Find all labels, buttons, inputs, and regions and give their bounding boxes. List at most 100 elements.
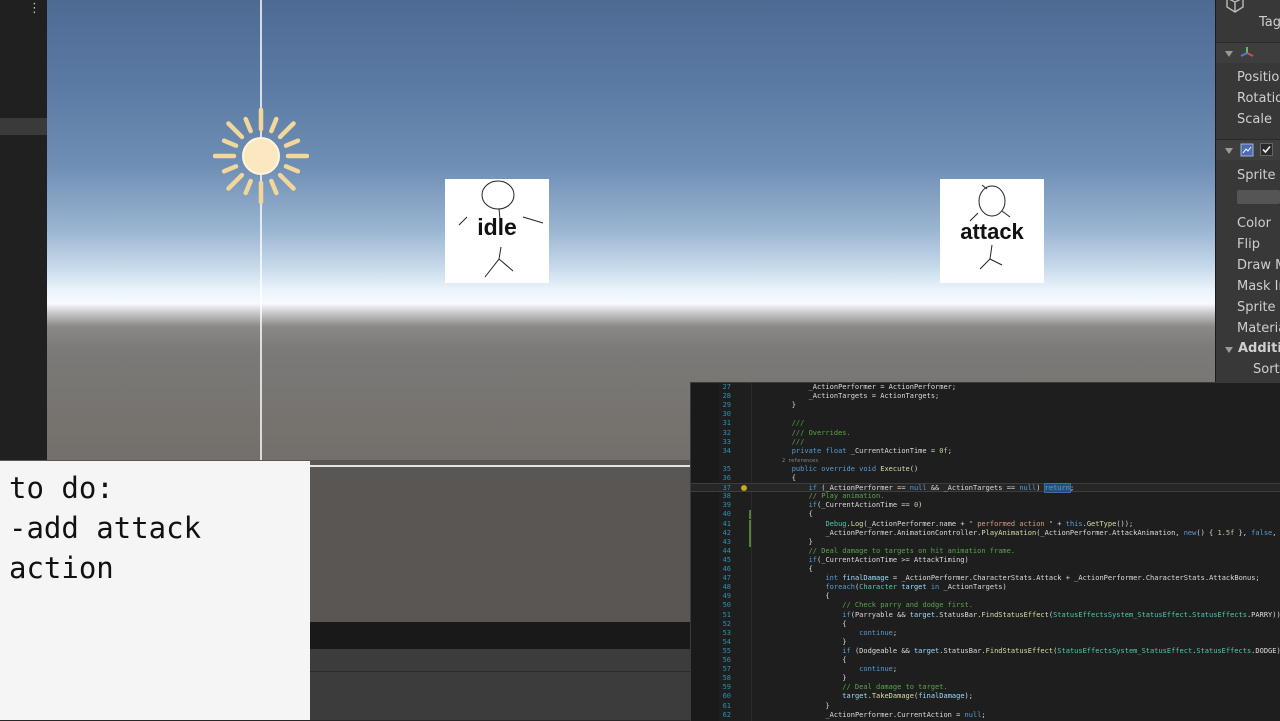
- line-code[interactable]: }: [758, 702, 829, 711]
- line-code[interactable]: {: [758, 592, 829, 601]
- code-line[interactable]: 48 foreach(Character target in _ActionTa…: [691, 583, 1280, 592]
- code-line[interactable]: 29 }: [691, 401, 1280, 410]
- code-line[interactable]: 50 // Check parry and dodge first.: [691, 601, 1280, 610]
- code-line[interactable]: 56 {: [691, 656, 1280, 665]
- line-code[interactable]: int finalDamage = _ActionPerformer.Chara…: [758, 574, 1259, 583]
- collapse-triangle-icon[interactable]: [1225, 148, 1233, 154]
- code-line[interactable]: 35 public override void Execute(): [691, 465, 1280, 474]
- line-code[interactable]: {: [758, 510, 813, 519]
- code-line[interactable]: 61 }: [691, 702, 1280, 711]
- line-code[interactable]: _ActionPerformer = ActionPerformer;: [758, 383, 957, 392]
- code-line[interactable]: 40 {: [691, 510, 1280, 520]
- sprite-renderer-header[interactable]: [1216, 139, 1280, 160]
- code-line[interactable]: 49 {: [691, 592, 1280, 601]
- code-line[interactable]: 60 target.TakeDamage(finalDamage);: [691, 692, 1280, 701]
- code-line[interactable]: 44 // Deal damage to targets on hit anim…: [691, 547, 1280, 556]
- line-code[interactable]: continue;: [758, 665, 897, 674]
- collapse-triangle-icon[interactable]: [1225, 51, 1233, 57]
- line-code[interactable]: foreach(Character target in _ActionTarge…: [758, 583, 1006, 592]
- line-code[interactable]: {: [758, 620, 846, 629]
- line-code[interactable]: if(Parryable && target.StatusBar.FindSta…: [758, 611, 1280, 620]
- sorting-layer-label: Sorti: [1253, 362, 1280, 377]
- line-code[interactable]: ///: [758, 419, 805, 428]
- line-number: 54: [722, 637, 731, 646]
- code-line[interactable]: 2 references: [691, 456, 1280, 465]
- code-line[interactable]: 43 }: [691, 537, 1280, 547]
- directional-light-sun-icon[interactable]: [213, 108, 309, 204]
- line-code[interactable]: if(_CurrentActionTime == 0): [758, 501, 923, 510]
- line-code[interactable]: _ActionPerformer.CurrentAction = null;: [758, 711, 985, 720]
- line-code[interactable]: if (Dodgeable && target.StatusBar.FindSt…: [758, 647, 1280, 656]
- line-code[interactable]: _ActionTargets = ActionTargets;: [758, 392, 940, 401]
- transform-position-label: Position: [1237, 70, 1280, 85]
- line-code[interactable]: {: [758, 565, 813, 574]
- code-line[interactable]: 51 if(Parryable && target.StatusBar.Find…: [691, 611, 1280, 620]
- sprite-renderer-icon: [1240, 143, 1254, 157]
- line-code[interactable]: // Play animation.: [758, 492, 885, 501]
- sprite-idle-label: idle: [477, 214, 517, 240]
- line-code[interactable]: // Deal damage to targets on hit animati…: [758, 547, 1016, 556]
- code-line[interactable]: 34 private float _CurrentActionTime = 0f…: [691, 447, 1280, 456]
- line-code[interactable]: }: [758, 401, 796, 410]
- line-code[interactable]: private float _CurrentActionTime = 0f;: [758, 447, 952, 456]
- code-line[interactable]: 27 _ActionPerformer = ActionPerformer;: [691, 383, 1280, 392]
- line-code[interactable]: ///: [758, 438, 805, 447]
- code-line[interactable]: 42 _ActionPerformer.AnimationController.…: [691, 528, 1280, 538]
- bottom-panel: [310, 649, 690, 720]
- panel-divider-bar: [310, 622, 690, 649]
- line-code[interactable]: {: [758, 474, 796, 483]
- code-line[interactable]: 37 if (_ActionPerformer == null && _Acti…: [691, 483, 1280, 494]
- additional-settings-label[interactable]: Additio: [1238, 341, 1280, 356]
- code-line[interactable]: 39 if(_CurrentActionTime == 0): [691, 501, 1280, 510]
- collapse-triangle-icon[interactable]: [1225, 347, 1233, 353]
- code-line[interactable]: 38 // Play animation.: [691, 492, 1280, 501]
- code-line[interactable]: 32 /// Overrides.: [691, 429, 1280, 438]
- line-number: 41: [722, 519, 731, 528]
- code-line[interactable]: 62 _ActionPerformer.CurrentAction = null…: [691, 711, 1280, 720]
- code-line[interactable]: 54 }: [691, 638, 1280, 647]
- code-line[interactable]: 28 _ActionTargets = ActionTargets;: [691, 392, 1280, 401]
- code-line[interactable]: 31 ///: [691, 419, 1280, 428]
- sprite-idle[interactable]: idle: [445, 179, 549, 283]
- line-code[interactable]: // Deal damage to target.: [758, 683, 947, 692]
- hierarchy-selected-row[interactable]: [0, 118, 47, 135]
- code-editor[interactable]: 27 _ActionPerformer = ActionPerformer; 28…: [690, 382, 1280, 721]
- line-number: 30: [722, 410, 731, 419]
- line-code[interactable]: public override void Execute(): [758, 465, 918, 474]
- line-code[interactable]: }: [758, 674, 846, 683]
- line-code[interactable]: _ActionPerformer.AnimationController.Pla…: [758, 529, 1280, 538]
- line-code[interactable]: }: [758, 538, 813, 547]
- code-line[interactable]: 52 {: [691, 620, 1280, 629]
- code-line[interactable]: 36 {: [691, 474, 1280, 483]
- gizmo-vertical-line: [260, 0, 262, 460]
- line-code[interactable]: // Check parry and dodge first.: [758, 601, 973, 610]
- code-line[interactable]: 58 }: [691, 674, 1280, 683]
- quick-action-lightbulb-icon[interactable]: [741, 485, 747, 492]
- line-code[interactable]: }: [758, 638, 846, 647]
- code-line[interactable]: 33 ///: [691, 438, 1280, 447]
- code-line[interactable]: 55 if (Dodgeable && target.StatusBar.Fin…: [691, 647, 1280, 656]
- line-number: 56: [722, 656, 731, 664]
- code-line[interactable]: 53 continue;: [691, 629, 1280, 638]
- line-code[interactable]: {: [758, 656, 846, 665]
- enabled-checkbox[interactable]: [1260, 143, 1273, 156]
- kebab-menu-icon[interactable]: ⋮: [28, 0, 41, 18]
- sprite-object-field[interactable]: [1237, 190, 1280, 204]
- code-line[interactable]: 46 {: [691, 565, 1280, 574]
- line-code[interactable]: target.TakeDamage(finalDamage);: [758, 692, 973, 701]
- line-code[interactable]: /// Overrides.: [758, 429, 851, 438]
- cube-icon: [1226, 0, 1244, 13]
- code-line[interactable]: 57 continue;: [691, 665, 1280, 674]
- transform-header[interactable]: [1216, 42, 1280, 63]
- code-line[interactable]: 30: [691, 410, 1280, 419]
- code-line[interactable]: 45 if(_CurrentActionTime >= AttackTiming…: [691, 556, 1280, 565]
- line-number: 44: [722, 546, 731, 555]
- code-line[interactable]: 59 // Deal damage to target.: [691, 683, 1280, 692]
- line-code[interactable]: Debug.Log(_ActionPerformer.name + " perf…: [758, 520, 1133, 529]
- sprite-attack[interactable]: attack: [940, 179, 1044, 283]
- line-code[interactable]: continue;: [758, 629, 897, 638]
- line-code[interactable]: if(_CurrentActionTime >= AttackTiming): [758, 556, 969, 565]
- line-number: 49: [722, 592, 731, 601]
- code-line[interactable]: 41 Debug.Log(_ActionPerformer.name + " p…: [691, 519, 1280, 529]
- code-line[interactable]: 47 int finalDamage = _ActionPerformer.Ch…: [691, 574, 1280, 583]
